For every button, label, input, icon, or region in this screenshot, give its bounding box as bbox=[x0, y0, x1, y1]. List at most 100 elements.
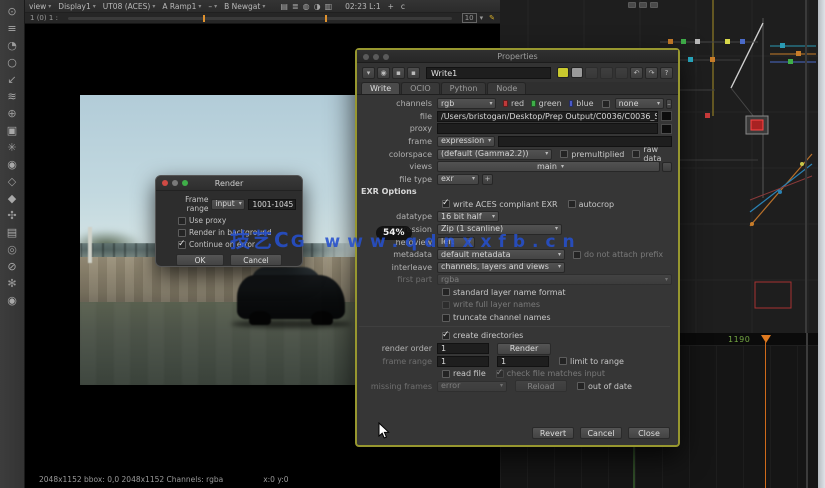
frame-range-mode-dropdown[interactable]: input▾ bbox=[211, 199, 245, 210]
deep-node-icon[interactable]: ◉ bbox=[3, 156, 22, 172]
hide-input-button[interactable]: ▾ bbox=[362, 67, 375, 79]
collapse-button[interactable]: – bbox=[666, 99, 672, 109]
compression-dropdown[interactable]: Zip (1 scanline)▾ bbox=[437, 224, 562, 235]
postage-stamp-button[interactable]: ▪ bbox=[407, 67, 420, 79]
tab-write[interactable]: Write bbox=[361, 82, 400, 94]
rows-icon[interactable]: ≣ bbox=[292, 2, 299, 11]
render-option-checkbox-1[interactable] bbox=[178, 229, 186, 237]
create-directories-checkbox[interactable] bbox=[442, 332, 450, 340]
interleave-dropdown[interactable]: channels, layers and views▾ bbox=[437, 262, 565, 273]
frame-range-start-input[interactable]: 1 bbox=[437, 356, 489, 367]
image-node-icon[interactable]: ⊙ bbox=[3, 3, 22, 19]
viewer-timeline-slider[interactable] bbox=[68, 17, 452, 20]
node-color-button[interactable]: ▪ bbox=[392, 67, 405, 79]
viewer-zoom-b[interactable]: (0) bbox=[37, 14, 47, 22]
mask-channel-dropdown[interactable]: none▾ bbox=[615, 98, 664, 109]
channels-dropdown[interactable]: rgb▾ bbox=[437, 98, 496, 109]
3d-node-icon[interactable]: ▣ bbox=[3, 122, 22, 138]
help-button[interactable]: ? bbox=[660, 67, 673, 79]
zoom-window-icon[interactable] bbox=[182, 180, 188, 186]
close-window-icon[interactable] bbox=[162, 180, 168, 186]
draw-node-icon[interactable]: ≡ bbox=[3, 20, 22, 36]
playhead-marker[interactable] bbox=[761, 335, 771, 343]
render-button[interactable]: Render bbox=[497, 343, 551, 355]
proxy-browser-icon[interactable] bbox=[661, 124, 672, 134]
file-type-options-button[interactable]: + bbox=[482, 174, 493, 185]
pencil-icon[interactable]: ✎ bbox=[489, 14, 495, 22]
tab-node[interactable]: Node bbox=[487, 82, 526, 94]
revert-button[interactable]: Revert bbox=[532, 427, 574, 439]
file-browser-icon[interactable] bbox=[661, 111, 672, 121]
viewer-menu-0[interactable]: view▾ bbox=[29, 2, 51, 11]
cancel-button-props[interactable]: Cancel bbox=[580, 427, 622, 439]
autocrop-checkbox[interactable] bbox=[568, 200, 576, 208]
other-node-icon[interactable]: ▤ bbox=[3, 224, 22, 240]
file-type-dropdown[interactable]: exr▾ bbox=[437, 174, 479, 185]
render-dialog-titlebar[interactable]: Render bbox=[156, 176, 302, 191]
minimize-window-icon[interactable] bbox=[172, 180, 178, 186]
viewer-zoom-c[interactable]: 1 bbox=[49, 14, 53, 22]
window-traffic-lights-inactive[interactable] bbox=[363, 54, 389, 60]
premultiplied-checkbox[interactable] bbox=[560, 150, 568, 158]
particles-node-icon[interactable]: ✳ bbox=[3, 139, 22, 155]
truncate-channel-names-checkbox[interactable] bbox=[442, 314, 450, 322]
tab-ocio[interactable]: OCIO bbox=[401, 82, 440, 94]
standard-layer-name-checkbox[interactable] bbox=[442, 288, 450, 296]
frame-range-input[interactable]: 1001-1045 bbox=[248, 199, 296, 210]
metadata-dropdown[interactable]: default metadata▾ bbox=[437, 249, 565, 260]
out-of-date-checkbox[interactable] bbox=[577, 382, 585, 390]
views-menu-button[interactable] bbox=[662, 162, 672, 172]
viewer-zoom-a[interactable]: 1 bbox=[30, 14, 34, 22]
colorspace-dropdown[interactable]: (default (Gamma2.2))▾ bbox=[437, 149, 552, 160]
viewer-menu-2[interactable]: UT08 (ACES)▾ bbox=[103, 2, 156, 11]
viewer-extra-plus[interactable]: + bbox=[388, 2, 394, 11]
dropdown-arrow-icon[interactable]: ▾ bbox=[480, 14, 484, 22]
timeline-marker-out[interactable] bbox=[325, 15, 327, 22]
columns-icon[interactable]: ▥ bbox=[325, 2, 333, 11]
toolsets-node-icon[interactable]: ✣ bbox=[3, 207, 22, 223]
location-node-icon[interactable]: ◎ bbox=[3, 241, 22, 257]
views-selector[interactable]: main▾ bbox=[437, 161, 660, 172]
green-channel-checkbox[interactable] bbox=[531, 100, 536, 107]
cancel-button[interactable]: Cancel bbox=[230, 254, 282, 266]
redo-button[interactable]: ↷ bbox=[645, 67, 658, 79]
gl-color-swatch[interactable] bbox=[571, 67, 583, 78]
globe-icon[interactable]: ◍ bbox=[303, 2, 310, 11]
file-path-input[interactable]: /Users/bristogan/Desktop/Prep Output/C00… bbox=[437, 111, 658, 122]
node-name-input[interactable]: Write1 bbox=[426, 67, 551, 79]
air-node-icon[interactable]: ✻ bbox=[3, 275, 22, 291]
color-node-icon[interactable]: ↙ bbox=[3, 71, 22, 87]
frame-range-end-input[interactable]: 1 bbox=[497, 356, 549, 367]
viewer-menu-3[interactable]: A Ramp1▾ bbox=[162, 2, 201, 11]
views-node-icon[interactable]: ◇ bbox=[3, 173, 22, 189]
aces-compliant-checkbox[interactable] bbox=[442, 200, 450, 208]
center-node-button[interactable]: ◉ bbox=[377, 67, 390, 79]
time-node-icon[interactable]: ◔ bbox=[3, 37, 22, 53]
render-order-input[interactable]: 1 bbox=[437, 343, 489, 354]
render-option-checkbox-0[interactable] bbox=[178, 217, 186, 225]
heroview-dropdown[interactable]: left▾ bbox=[437, 237, 475, 248]
metadata-node-icon[interactable]: ◆ bbox=[3, 190, 22, 206]
filter-node-icon[interactable]: ≋ bbox=[3, 88, 22, 104]
no-prefix-checkbox[interactable] bbox=[573, 251, 581, 259]
viewer-menu-5[interactable]: B Newgat▾ bbox=[224, 2, 265, 11]
render-option-checkbox-2[interactable] bbox=[178, 241, 186, 249]
blue-channel-checkbox[interactable] bbox=[569, 100, 574, 107]
tab-python[interactable]: Python bbox=[441, 82, 487, 94]
ok-button[interactable]: OK bbox=[176, 254, 224, 266]
viewer-menu-4[interactable]: –▾ bbox=[208, 2, 217, 11]
viewer-menu-1[interactable]: Display1▾ bbox=[58, 2, 95, 11]
properties-titlebar[interactable]: Properties bbox=[357, 50, 678, 63]
frame-mode-dropdown[interactable]: expression▾ bbox=[437, 136, 495, 147]
channel-node-icon[interactable]: ○ bbox=[3, 54, 22, 70]
frame-counter[interactable]: 10 bbox=[462, 13, 477, 23]
window-traffic-lights[interactable] bbox=[162, 180, 188, 186]
timeline-marker-in[interactable] bbox=[203, 15, 205, 22]
alpha-channel-checkbox[interactable] bbox=[602, 100, 610, 108]
proxy-path-input[interactable] bbox=[437, 123, 658, 134]
raw-data-checkbox[interactable] bbox=[632, 150, 640, 158]
monitor-icon[interactable]: ▤ bbox=[280, 2, 288, 11]
close-button[interactable]: Close bbox=[628, 427, 670, 439]
transform-node-icon[interactable]: ⊕ bbox=[3, 105, 22, 121]
undo-button[interactable]: ↶ bbox=[630, 67, 643, 79]
